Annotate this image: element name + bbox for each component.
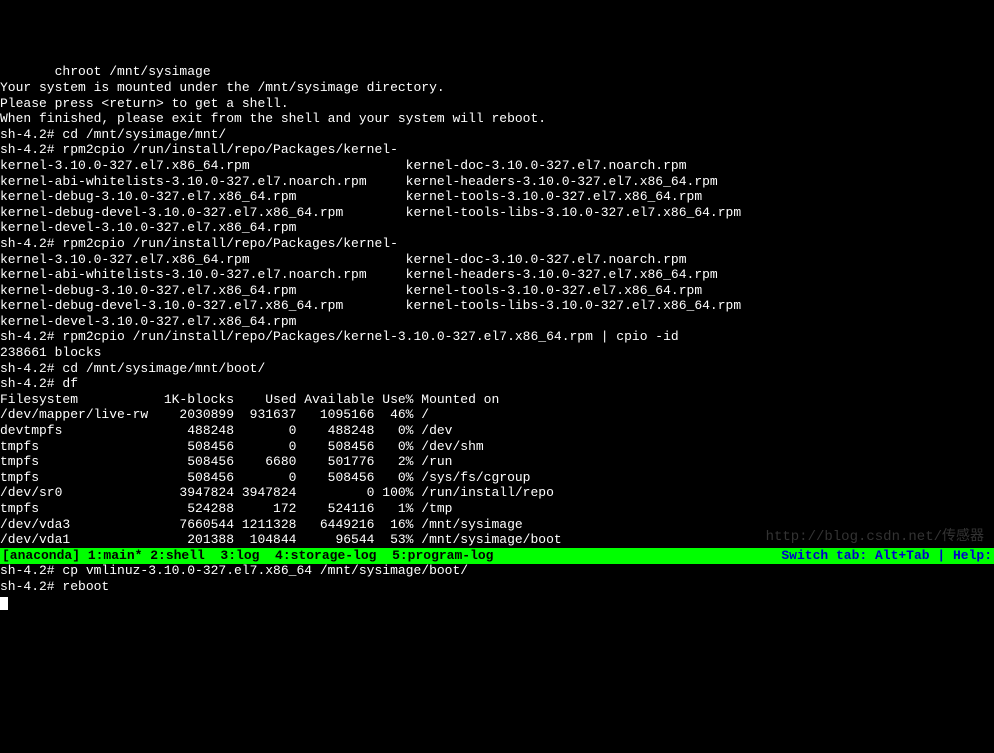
terminal-line: /dev/sr0 3947824 3947824 0 100% /run/ins… <box>0 485 994 501</box>
terminal-line: sh-4.2# reboot <box>0 579 994 595</box>
terminal-line: When finished, please exit from the shel… <box>0 111 994 127</box>
terminal-line: sh-4.2# rpm2cpio /run/install/repo/Packa… <box>0 329 994 345</box>
statusbar-right: Switch tab: Alt+Tab | Help: <box>781 548 992 564</box>
terminal-line: sh-4.2# cd /mnt/sysimage/mnt/ <box>0 127 994 143</box>
terminal-line: Filesystem 1K-blocks Used Available Use%… <box>0 392 994 408</box>
terminal-line: Your system is mounted under the /mnt/sy… <box>0 80 994 96</box>
terminal-line: kernel-abi-whitelists-3.10.0-327.el7.noa… <box>0 267 994 283</box>
terminal-line: sh-4.2# rpm2cpio /run/install/repo/Packa… <box>0 236 994 252</box>
cursor-line[interactable] <box>0 595 994 611</box>
terminal-line: tmpfs 508456 0 508456 0% /dev/shm <box>0 439 994 455</box>
terminal-line: kernel-devel-3.10.0-327.el7.x86_64.rpm <box>0 220 994 236</box>
statusbar-left: [anaconda] 1:main* 2:shell 3:log 4:stora… <box>2 548 493 564</box>
terminal-line: sh-4.2# cp vmlinuz-3.10.0-327.el7.x86_64… <box>0 563 994 579</box>
terminal-line: kernel-debug-3.10.0-327.el7.x86_64.rpm k… <box>0 283 994 299</box>
terminal-line: tmpfs 508456 0 508456 0% /sys/fs/cgroup <box>0 470 994 486</box>
terminal-line: kernel-debug-devel-3.10.0-327.el7.x86_64… <box>0 298 994 314</box>
terminal-line: kernel-abi-whitelists-3.10.0-327.el7.noa… <box>0 174 994 190</box>
cursor <box>0 597 8 610</box>
terminal-line: tmpfs 524288 172 524116 1% /tmp <box>0 501 994 517</box>
terminal-line: sh-4.2# cd /mnt/sysimage/mnt/boot/ <box>0 361 994 377</box>
terminal-line: chroot /mnt/sysimage <box>0 64 994 80</box>
terminal-line: sh-4.2# rpm2cpio /run/install/repo/Packa… <box>0 142 994 158</box>
terminal-line: /dev/mapper/live-rw 2030899 931637 10951… <box>0 407 994 423</box>
terminal-line: kernel-3.10.0-327.el7.x86_64.rpm kernel-… <box>0 158 994 174</box>
terminal-line: tmpfs 508456 6680 501776 2% /run <box>0 454 994 470</box>
terminal-line: kernel-3.10.0-327.el7.x86_64.rpm kernel-… <box>0 252 994 268</box>
terminal-line: Please press <return> to get a shell. <box>0 96 994 112</box>
terminal-line: sh-4.2# df <box>0 376 994 392</box>
status-bar: [anaconda] 1:main* 2:shell 3:log 4:stora… <box>0 548 994 564</box>
terminal-line: kernel-devel-3.10.0-327.el7.x86_64.rpm <box>0 314 994 330</box>
terminal-line: kernel-debug-3.10.0-327.el7.x86_64.rpm k… <box>0 189 994 205</box>
terminal-line: kernel-debug-devel-3.10.0-327.el7.x86_64… <box>0 205 994 221</box>
terminal-line: devtmpfs 488248 0 488248 0% /dev <box>0 423 994 439</box>
watermark-text: http://blog.csdn.net/传感器 <box>766 529 984 546</box>
terminal-line: 238661 blocks <box>0 345 994 361</box>
